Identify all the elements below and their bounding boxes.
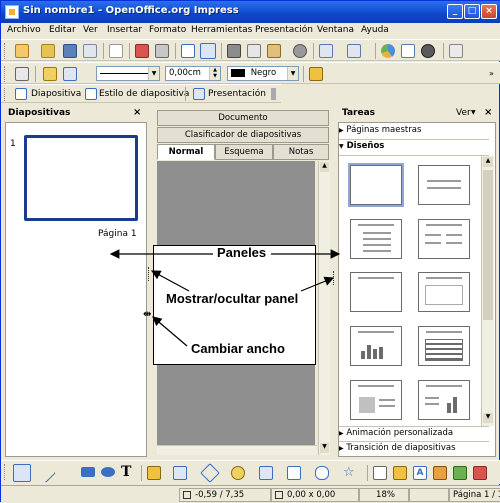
cursor-position: -0,59 / 7,35 bbox=[179, 488, 271, 502]
block-arrows-icon[interactable] bbox=[259, 466, 273, 480]
drawing-toolbar: T ☆ A bbox=[1, 460, 500, 484]
line-arrow-tool-icon[interactable] bbox=[59, 466, 73, 480]
application-window: Sin nombre1 - OpenOffice.org Impress _ □… bbox=[0, 0, 500, 503]
connector-tool-icon[interactable] bbox=[173, 466, 187, 480]
right-panel-toggle[interactable] bbox=[333, 271, 336, 285]
extrusion-icon[interactable] bbox=[473, 466, 487, 480]
page-indicator: Página 1 / 1 bbox=[449, 488, 500, 502]
line-tool-icon[interactable] bbox=[36, 463, 56, 483]
symbol-shapes-icon[interactable] bbox=[231, 466, 245, 480]
text-tool-icon[interactable]: T bbox=[121, 464, 135, 480]
from-file-icon[interactable] bbox=[433, 466, 447, 480]
zoom-level[interactable]: 18% bbox=[359, 488, 409, 502]
object-size: 0,00 x 0,00 bbox=[271, 488, 359, 502]
annotation-arrows bbox=[109, 249, 341, 347]
stars-icon[interactable]: ☆ bbox=[343, 465, 357, 480]
ellipse-tool-icon[interactable] bbox=[101, 467, 115, 477]
toolbar-grip[interactable] bbox=[4, 464, 7, 480]
rectangle-tool-icon[interactable] bbox=[81, 467, 95, 477]
fontwork-icon[interactable]: A bbox=[413, 466, 427, 480]
points-icon[interactable] bbox=[373, 466, 387, 480]
arrow-to-left-toggle bbox=[150, 270, 190, 292]
arrow-to-right-toggle bbox=[300, 276, 335, 292]
glue-points-icon[interactable] bbox=[393, 466, 407, 480]
modified-indicator bbox=[409, 488, 449, 502]
basic-shapes-icon[interactable] bbox=[200, 463, 220, 483]
flowchart-icon[interactable] bbox=[287, 466, 301, 480]
curve-tool-icon[interactable] bbox=[147, 466, 161, 480]
resize-cursor-icon: ⇹ bbox=[143, 309, 152, 320]
callouts-icon[interactable] bbox=[315, 466, 329, 480]
arrow-to-splitter bbox=[152, 316, 188, 347]
select-arrow-icon[interactable] bbox=[13, 464, 31, 482]
left-panel-toggle[interactable] bbox=[148, 267, 151, 281]
status-bar: -0,59 / 7,35 0,00 x 0,00 18% Página 1 / … bbox=[1, 485, 500, 503]
gallery-icon[interactable] bbox=[453, 466, 467, 480]
